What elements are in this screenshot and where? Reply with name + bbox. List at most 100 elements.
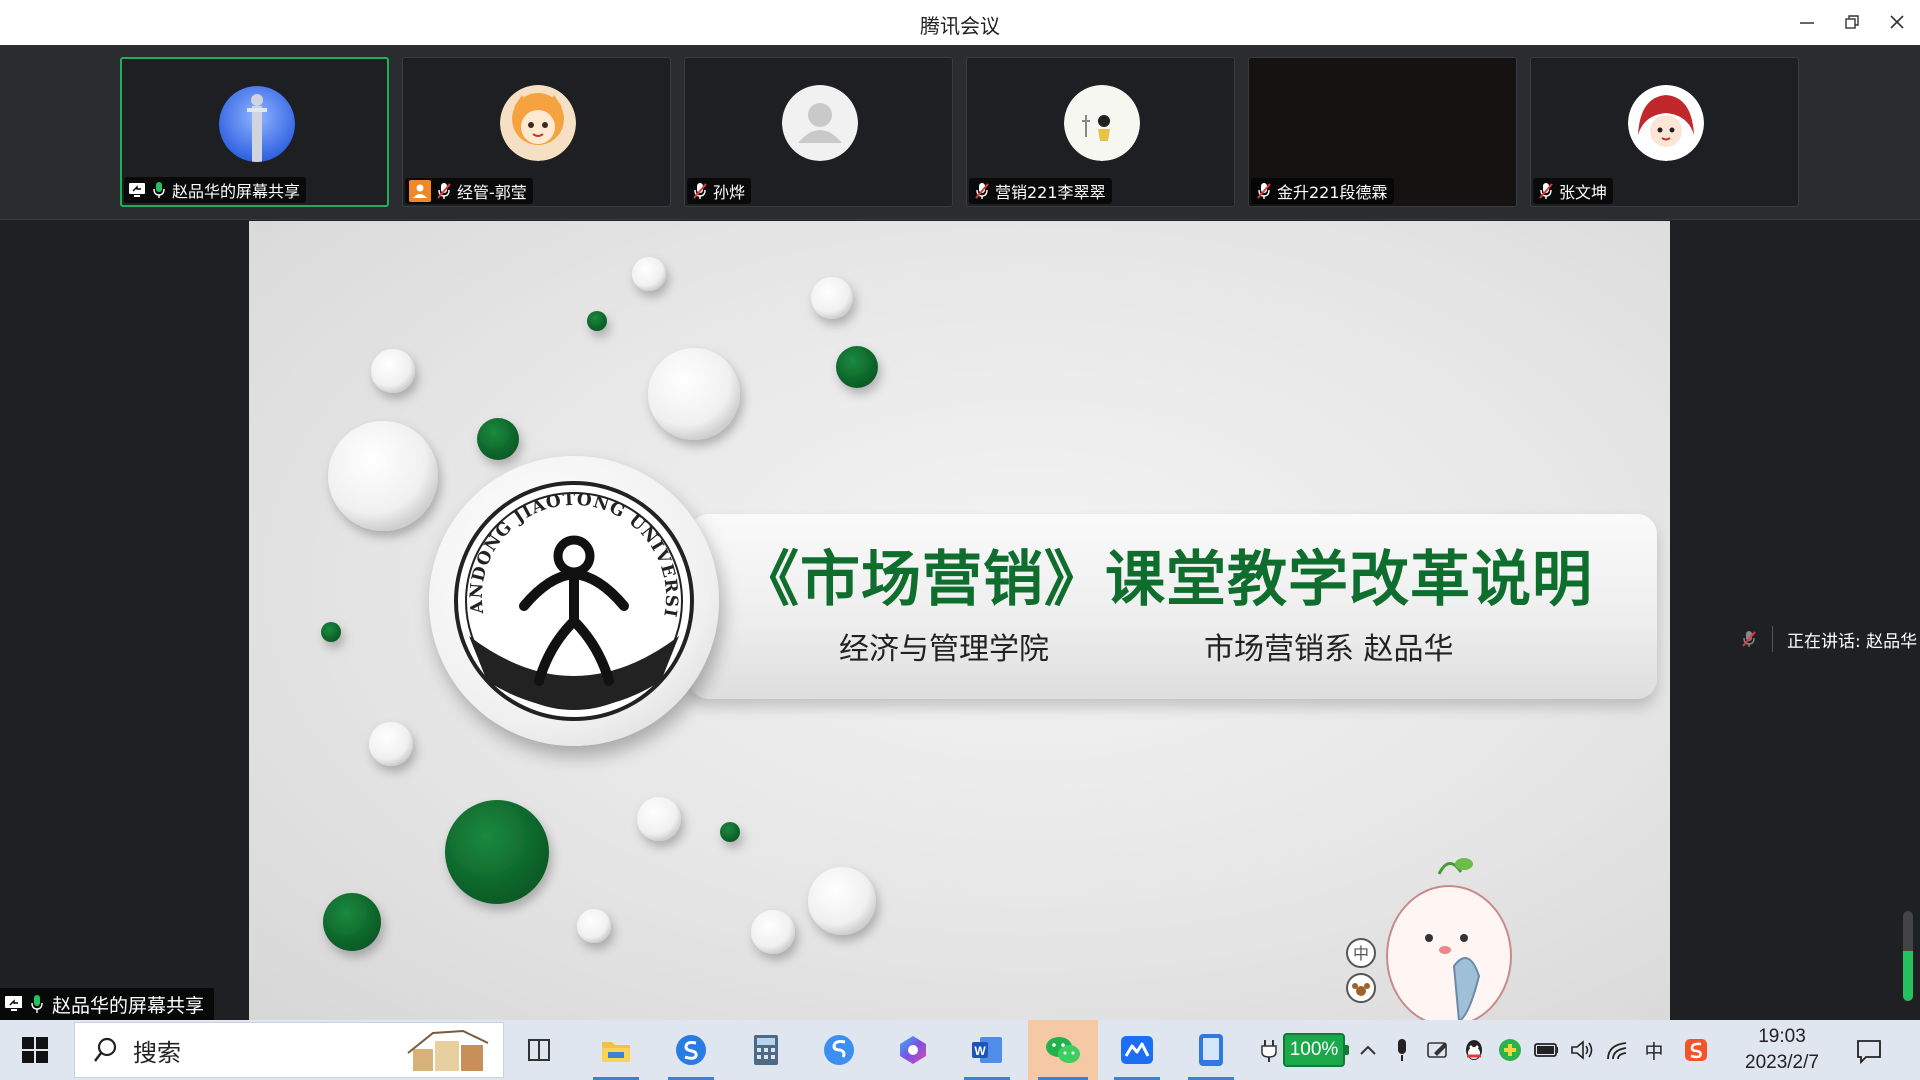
avatar [1628,85,1704,161]
screen-share-icon [4,995,22,1013]
microphone-on-icon [150,181,168,199]
tencent-meeting-icon [1121,1036,1153,1064]
taskbar-file-explorer[interactable] [583,1020,649,1080]
show-hidden-icons-button[interactable] [1356,1038,1380,1062]
mascot-sticker: 中 [1346,858,1512,1020]
system-clock[interactable]: 19:03 2023/2/7 [1722,1024,1842,1076]
ime-mode-char: 中 [1353,944,1369,963]
restore-button[interactable] [1832,6,1872,38]
start-button[interactable] [0,1020,70,1080]
calculator-icon [754,1035,778,1065]
microphone-muted-icon [973,182,991,200]
taskbar-calculator[interactable] [733,1020,799,1080]
participant-name: 金升221段德霖 [1277,183,1388,202]
slide-title: 《市场营销》课堂教学改革说明 [739,545,1593,615]
participant-name: 经管-郭莹 [457,183,527,202]
avatar [219,86,295,162]
participant-nameplate: 孙烨 [687,178,752,204]
title-bar: 腾讯会议 [0,0,1920,45]
sogou-app-icon [824,1035,854,1065]
sogou-browser-icon [676,1035,706,1065]
clock-time: 19:03 [1758,1026,1806,1047]
participant-nameplate: 经管-郭莹 [405,178,533,204]
speaking-indicator: 正在讲话: 赵品华 [1740,626,1917,652]
svg-text:W: W [974,1044,986,1058]
word-icon: W [972,1037,1002,1063]
speaking-text: 正在讲话: 赵品华 [1787,631,1918,652]
power-plug-icon[interactable] [1257,1038,1281,1062]
close-button[interactable] [1877,6,1917,38]
taskbar-sogou-browser[interactable] [658,1020,724,1080]
participant-tile[interactable]: 赵品华的屏幕共享 [120,57,389,207]
shared-screen-area: SHANDONG JIAOTONG UNIVERSITY 《市场营销》课堂教学改… [0,221,1920,1020]
chevron-up-icon [1360,1045,1376,1055]
battery-percent: 100% [1289,1039,1339,1060]
taskbar-wechat[interactable] [1028,1020,1098,1080]
screen-share-label: 赵品华的屏幕共享 [0,988,215,1020]
participant-name: 营销221李翠翠 [995,183,1106,202]
search-icon [94,1037,117,1062]
taskbar-search[interactable]: 搜索 [74,1022,504,1078]
participant-name: 孙烨 [713,183,746,202]
task-view-icon [528,1039,550,1061]
battery-indicator[interactable]: 100% [1283,1033,1349,1067]
taskbar-tencent-meeting[interactable] [1104,1020,1170,1080]
microphone-muted-icon [1255,182,1273,200]
notification-icon [1857,1040,1881,1064]
search-highlight-illustration [407,1029,489,1071]
phone-link-icon [1199,1034,1223,1066]
avatar [1064,85,1140,161]
microphone-muted-icon [1537,182,1555,200]
notification-center-button[interactable] [1852,1034,1886,1068]
volume-icon[interactable] [1570,1038,1594,1062]
restore-icon [1845,15,1859,29]
participant-tile[interactable]: 张文坤 [1530,57,1799,207]
university-logo: SHANDONG JIAOTONG UNIVERSITY [420,441,719,746]
taskbar-word[interactable]: W [954,1020,1020,1080]
taskbar: 搜索 W 100% 中 19:03 2023/2/7 [0,1020,1920,1080]
screen-share-icon [128,181,146,199]
participant-nameplate: 赵品华的屏幕共享 [124,177,307,203]
ime-icon[interactable]: 中 [1642,1038,1666,1063]
pen-icon[interactable] [1426,1038,1450,1062]
minimize-button[interactable] [1787,6,1827,38]
participant-nameplate: 营销221李翠翠 [969,178,1112,204]
taskbar-phone-link[interactable] [1178,1020,1244,1080]
participant-tile[interactable]: 金升221段德霖 [1248,57,1517,207]
sogou-ime-icon[interactable] [1684,1038,1708,1062]
participant-tile[interactable]: 孙烨 [684,57,953,207]
participant-tile[interactable]: 营销221李翠翠 [966,57,1235,207]
taskbar-copilot[interactable] [880,1020,946,1080]
microphone-on-icon [28,995,46,1013]
clock-date: 2023/2/7 [1745,1052,1819,1073]
taskbar-sogou-app[interactable] [806,1020,872,1080]
ime-label: 中 [1644,1040,1664,1063]
microphone-muted-icon [691,182,709,200]
wifi-icon[interactable] [1606,1038,1630,1062]
minimize-icon [1800,22,1814,24]
microphone-muted-icon [435,182,453,200]
video-strip: 赵品华的屏幕共享 经管-郭莹 孙烨 营销221李翠翠 金升221段德霖 张文坤 [0,45,1920,220]
taskbar-task-view[interactable] [506,1020,572,1080]
qq-icon[interactable] [1462,1038,1486,1062]
participant-tile[interactable]: 经管-郭莹 [402,57,671,207]
participant-nameplate: 张文坤 [1533,178,1614,204]
app-icon[interactable] [1498,1038,1522,1062]
avatar [500,85,576,161]
copilot-icon [900,1036,926,1064]
microphone-muted-icon [1740,630,1758,648]
battery-icon[interactable] [1534,1038,1558,1062]
microphone-icon[interactable] [1390,1038,1414,1062]
participant-name: 赵品华的屏幕共享 [172,182,301,201]
presentation-slide[interactable]: SHANDONG JIAOTONG UNIVERSITY 《市场营销》课堂教学改… [249,221,1670,1020]
volume-level-indicator [1903,911,1913,1001]
wechat-icon [1046,1037,1080,1063]
window-title: 腾讯会议 [920,14,1000,38]
slide-subtitle-school: 经济与管理学院 [839,632,1049,667]
participant-name: 张文坤 [1559,183,1608,202]
divider [1772,626,1773,652]
avatar [782,85,858,161]
folder-icon [602,1042,630,1062]
close-icon [1890,15,1904,29]
windows-logo-icon [22,1037,48,1063]
